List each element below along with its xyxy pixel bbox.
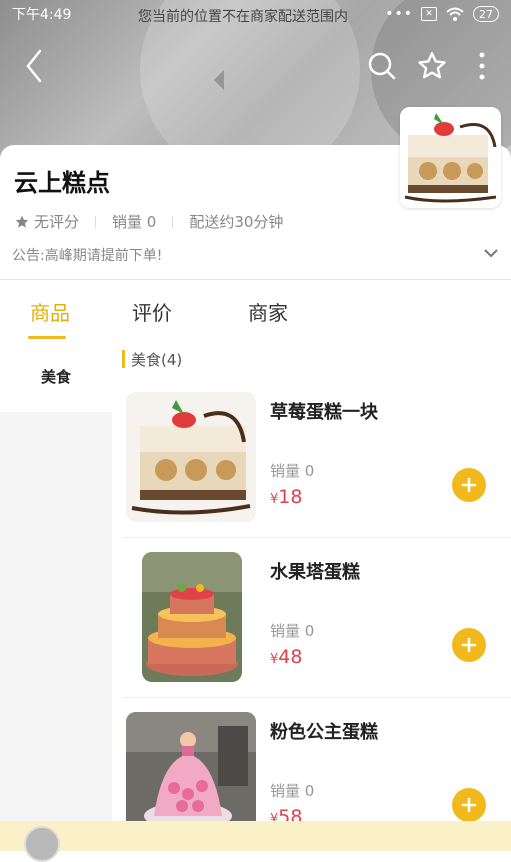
plus-icon bbox=[461, 637, 477, 653]
product-sales: 销量 0 bbox=[270, 622, 315, 640]
category-marker bbox=[122, 350, 125, 368]
delivery-range-notice bbox=[0, 821, 511, 851]
product-price: ¥18 bbox=[270, 486, 302, 508]
tab-products[interactable]: 商品 bbox=[0, 281, 100, 339]
product-sales: 销量 0 bbox=[270, 462, 315, 480]
top-navigation bbox=[0, 44, 511, 88]
wifi-icon bbox=[446, 7, 464, 21]
tab-reviews[interactable]: 评价 bbox=[100, 281, 204, 339]
add-to-cart-button[interactable] bbox=[452, 788, 486, 822]
shop-logo-image bbox=[400, 107, 501, 208]
shop-logo bbox=[400, 107, 501, 208]
favorite-button[interactable] bbox=[412, 44, 452, 88]
status-time: 下午4:49 bbox=[12, 7, 72, 23]
shop-name: 云上糕点 bbox=[14, 169, 110, 197]
product-image[interactable] bbox=[126, 392, 256, 522]
product-price: ¥48 bbox=[270, 646, 302, 668]
divider bbox=[95, 215, 97, 228]
fruit-tart-cake-image bbox=[142, 552, 242, 682]
price-value: 18 bbox=[278, 486, 303, 508]
chevron-down-icon[interactable] bbox=[483, 245, 499, 261]
battery-indicator: 27 bbox=[473, 6, 499, 22]
more-button[interactable] bbox=[462, 44, 502, 88]
more-vertical-icon bbox=[479, 52, 485, 80]
cake-slice-image bbox=[126, 392, 256, 522]
product-list: 美食(4) 草莓蛋糕一块 销量 0 ¥18 水果塔蛋糕 销量 0 ¥48 粉色公… bbox=[122, 340, 511, 858]
back-arrow-icon bbox=[26, 49, 42, 83]
back-button[interactable] bbox=[14, 44, 54, 88]
search-icon bbox=[368, 52, 396, 80]
shop-tabs: 商品 评价 商家 bbox=[0, 281, 511, 339]
category-title: 美食(4) bbox=[131, 350, 183, 369]
more-dots-icon: ••• bbox=[385, 6, 413, 22]
status-bar: 下午4:49 ••• ✕ 27 bbox=[0, 0, 511, 28]
sidebar-item-food[interactable]: 美食 bbox=[0, 340, 112, 412]
shop-rating: 无评分 bbox=[34, 213, 80, 231]
product-image[interactable] bbox=[142, 552, 242, 682]
category-header: 美食(4) bbox=[122, 340, 511, 378]
star-icon bbox=[418, 52, 446, 79]
status-icons: ••• ✕ 27 bbox=[385, 6, 499, 22]
product-name: 水果塔蛋糕 bbox=[270, 562, 360, 583]
add-to-cart-button[interactable] bbox=[452, 628, 486, 662]
plus-icon bbox=[461, 477, 477, 493]
sim-icon: ✕ bbox=[421, 7, 437, 21]
tab-merchant[interactable]: 商家 bbox=[204, 281, 332, 339]
shop-meta: 无评分 销量 0 配送约30分钟 bbox=[14, 211, 283, 232]
shop-delivery-time: 配送约30分钟 bbox=[189, 213, 284, 231]
plus-icon bbox=[461, 797, 477, 813]
category-sidebar: 美食 bbox=[0, 340, 112, 830]
shop-notice[interactable]: 公告:高峰期请提前下单! bbox=[12, 245, 162, 265]
shop-sales: 销量 0 bbox=[112, 213, 157, 231]
product-name: 粉色公主蛋糕 bbox=[270, 722, 378, 743]
add-to-cart-button[interactable] bbox=[452, 468, 486, 502]
product-sales: 销量 0 bbox=[270, 782, 315, 800]
product-item[interactable]: 草莓蛋糕一块 销量 0 ¥18 bbox=[122, 378, 511, 538]
cart-avatar[interactable] bbox=[24, 826, 60, 862]
product-name: 草莓蛋糕一块 bbox=[270, 402, 378, 423]
product-item[interactable]: 水果塔蛋糕 销量 0 ¥48 bbox=[122, 538, 511, 698]
search-button[interactable] bbox=[362, 44, 402, 88]
price-value: 48 bbox=[278, 646, 303, 668]
star-icon bbox=[15, 215, 29, 228]
divider bbox=[172, 215, 174, 228]
